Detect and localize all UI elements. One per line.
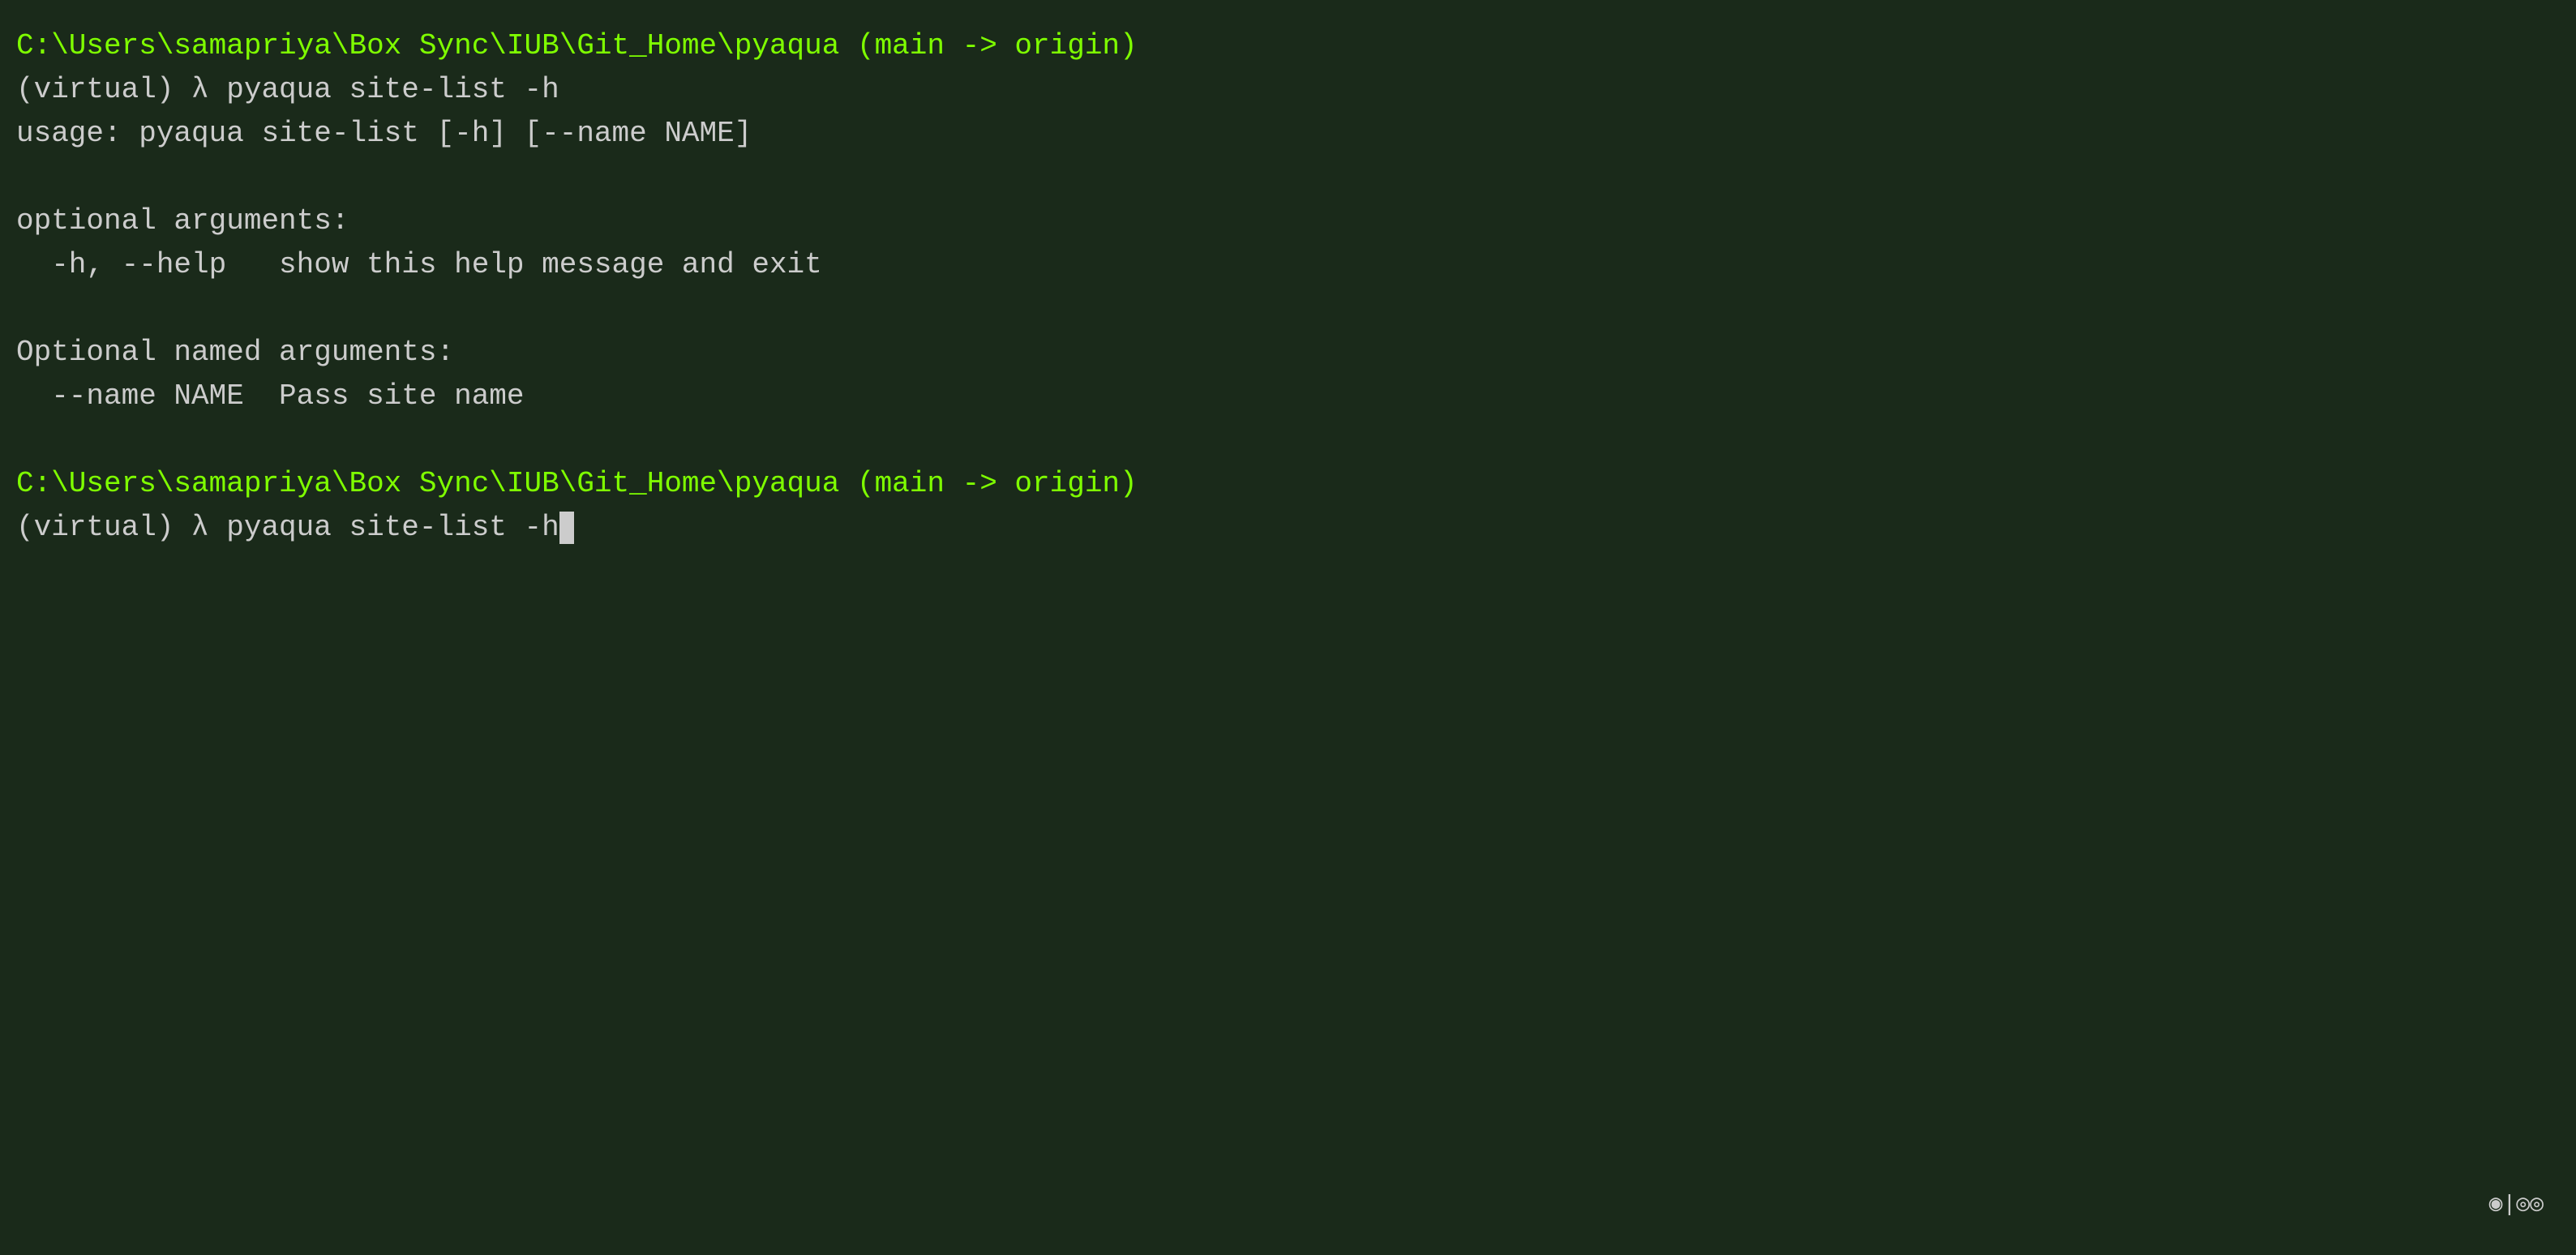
output-usage: usage: pyaqua site-list [-h] [--name NAM… (16, 112, 2560, 156)
prompt-virtual-line-1: (virtual) λ pyaqua site-list -h (16, 68, 2560, 112)
empty-line-2 (16, 287, 2560, 331)
status-bar: ◉|◎◎ (2489, 1189, 2544, 1223)
empty-line-3 (16, 418, 2560, 462)
output-optional-args-header: optional arguments: (16, 199, 2560, 243)
output-named-args-header: Optional named arguments: (16, 331, 2560, 375)
prompt-virtual-line-2: (virtual) λ pyaqua site-list -h (16, 506, 2560, 550)
output-help-flag: -h, --help show this help message and ex… (16, 243, 2560, 287)
empty-line-1 (16, 156, 2560, 199)
prompt-path-line-2: C:\Users\samapriya\Box Sync\IUB\Git_Home… (16, 462, 2560, 506)
terminal-window: C:\Users\samapriya\Box Sync\IUB\Git_Home… (16, 24, 2560, 1231)
prompt-path-line-1: C:\Users\samapriya\Box Sync\IUB\Git_Home… (16, 24, 2560, 68)
output-name-arg: --name NAME Pass site name (16, 375, 2560, 418)
cursor (559, 512, 574, 544)
